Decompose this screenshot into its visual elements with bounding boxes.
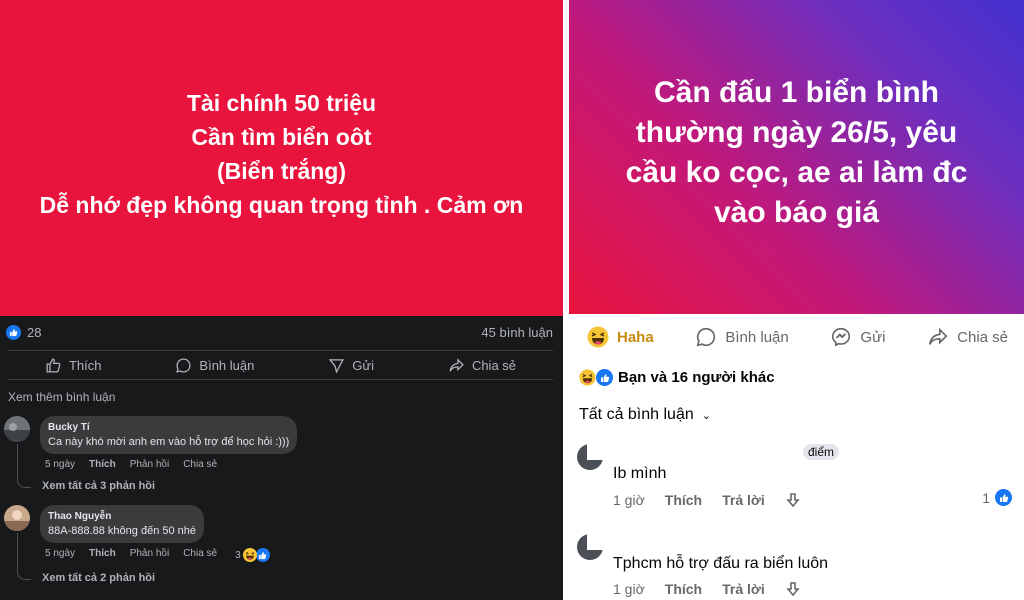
right-post: Cần đấu 1 biển bình thường ngày 26/5, yê… (567, 0, 1024, 600)
comment-meta: 5 ngày Thích Phản hồi Chia sẻ (45, 459, 217, 470)
comment-reply-button[interactable]: Phản hồi (130, 548, 169, 562)
post-actions: Thích Bình luận Gửi Chia sẻ (8, 350, 553, 380)
send-label: Gửi (352, 357, 374, 373)
comment-label: Bình luận (199, 357, 255, 373)
commenter-name[interactable]: Thao Nguyễn (48, 511, 196, 522)
reaction-summary-text: Bạn và 16 người khác (618, 369, 775, 386)
post-stats: 28 45 bình luận (0, 316, 563, 348)
commenter-name[interactable]: Bucky Tí (48, 422, 289, 433)
share-button[interactable]: Chia sẻ (448, 357, 516, 374)
share-icon (929, 327, 948, 345)
left-post: Tài chính 50 triệu Cần tìm biển oôt (Biể… (0, 0, 563, 600)
comment-like-button[interactable]: Thích (665, 492, 702, 508)
comment-icon (176, 357, 191, 373)
haha-emoji-icon (587, 326, 609, 348)
comment-like-button[interactable]: Thích (89, 548, 116, 562)
comment-time[interactable]: 5 ngày (45, 459, 75, 470)
down-arrow-icon[interactable] (785, 581, 801, 597)
comment-icon (696, 327, 716, 347)
comment-filter-dropdown[interactable]: Tất cả bình luận ⌄ (579, 406, 711, 424)
redaction-cover (587, 444, 817, 460)
banner-line: Tài chính 50 triệu (186, 90, 377, 116)
comment-time[interactable]: 5 ngày (45, 548, 75, 562)
like-reaction-icon (255, 548, 270, 562)
like-count[interactable]: 28 (6, 324, 42, 340)
banner-line: Dễ nhớ đẹp không quan trọng tỉnh . Cảm ơ… (39, 192, 524, 218)
post-actions: Haha Bình luận Gửi Chia sẻ (567, 320, 1024, 354)
like-button[interactable]: Thích (45, 357, 102, 374)
comment-reactions[interactable]: 3 (235, 548, 270, 562)
like-reaction-icon (596, 369, 613, 386)
comment-share-button[interactable]: Chia sẻ (183, 459, 217, 470)
comment-bubble: Thao Nguyễn 88A-888.88 không đến 50 nhé (40, 505, 205, 543)
banner-line: cầu ko cọc, ae ai làm đc (625, 156, 968, 189)
like-label: Thích (68, 357, 102, 373)
like-reaction-icon (6, 324, 21, 340)
comment-time[interactable]: 1 giờ (613, 581, 645, 597)
comment-like-count[interactable]: 1 (982, 489, 1012, 506)
comment-meta: 1 giờ Thích Trả lời (613, 492, 801, 508)
send-label: Gửi (860, 328, 886, 346)
comment-reply-button[interactable]: Trả lời (722, 581, 765, 597)
send-button[interactable]: Gửi (328, 357, 374, 374)
banner-line: (Biển trắng) (216, 158, 347, 184)
thumbs-up-icon (46, 357, 61, 373)
chevron-down-icon: ⌄ (701, 409, 711, 422)
comment-reply-button[interactable]: Trả lời (722, 492, 765, 508)
comment-count[interactable]: 45 bình luận (481, 325, 553, 340)
redaction-cover (587, 534, 817, 550)
comment-time[interactable]: 1 giờ (613, 492, 645, 508)
comment-text: Tphcm hỗ trợ đấu ra biển luôn (613, 555, 829, 572)
comment-like-button[interactable]: Thích (89, 459, 116, 470)
banner-line: vào báo giá (713, 196, 880, 229)
like-count-text: 1 (982, 489, 990, 506)
comment-item: Tphcm hỗ trợ đấu ra biển luôn 1 giờ Thíc… (577, 534, 1024, 600)
avatar[interactable] (4, 505, 30, 531)
comment-like-button[interactable]: Thích (665, 581, 702, 597)
comment-button[interactable]: Bình luận (695, 326, 789, 348)
view-replies-link[interactable]: Xem tất cả 2 phản hồi (42, 572, 155, 584)
commenter-badge: điểm (803, 444, 840, 460)
share-label: Chia sẻ (471, 357, 517, 373)
like-reaction-icon (995, 489, 1012, 506)
right-post-banner: Cần đấu 1 biển bình thường ngày 26/5, yê… (569, 0, 1024, 314)
share-label: Chia sẻ (957, 328, 1008, 346)
comment-button[interactable]: Bình luận (175, 357, 254, 374)
banner-line: Cần tìm biển oôt (191, 124, 372, 150)
haha-emoji-icon (242, 548, 257, 562)
comment-item: điểm Ib mình 1 giờ Thích Trả lời 1 (577, 444, 1024, 514)
send-icon (329, 358, 345, 374)
banner-line: Cần đấu 1 biển bình (653, 76, 939, 109)
reaction-summary[interactable]: Bạn và 16 người khác (579, 369, 775, 386)
view-more-comments[interactable]: Xem thêm bình luận (8, 390, 115, 404)
share-button[interactable]: Chia sẻ (927, 326, 1008, 348)
reaction-count: 3 (235, 549, 241, 561)
comment-text: 88A-888.88 không đến 50 nhé (48, 525, 197, 537)
avatar[interactable] (4, 416, 30, 442)
comment-text: Ib mình (613, 465, 667, 482)
comment-reply-button[interactable]: Phản hồi (130, 459, 169, 470)
haha-emoji-icon (579, 369, 596, 386)
comment-text: Ca này khó mời anh em vào hỗ trợ để học … (48, 436, 290, 448)
comment-label: Bình luận (725, 328, 789, 346)
haha-button[interactable]: Haha (587, 326, 654, 348)
comment-share-button[interactable]: Chia sẻ (183, 548, 217, 562)
thread-line (17, 444, 31, 488)
like-count-text: 28 (27, 324, 42, 340)
thread-line (17, 533, 31, 580)
share-icon (449, 357, 464, 371)
filter-label: Tất cả bình luận (579, 406, 694, 423)
comment-meta: 5 ngày Thích Phản hồi Chia sẻ 3 (45, 548, 270, 562)
left-post-banner: Tài chính 50 triệu Cần tìm biển oôt (Biể… (0, 0, 563, 316)
view-replies-link[interactable]: Xem tất cả 3 phản hồi (42, 480, 155, 492)
comment-bubble: Bucky Tí Ca này khó mời anh em vào hỗ tr… (40, 416, 298, 454)
down-arrow-icon[interactable] (785, 492, 801, 508)
comment-meta: 1 giờ Thích Trả lời (613, 581, 801, 597)
banner-line: thường ngày 26/5, yêu (635, 116, 958, 149)
send-button[interactable]: Gửi (830, 326, 885, 348)
haha-label: Haha (617, 328, 654, 346)
messenger-icon (832, 327, 851, 347)
